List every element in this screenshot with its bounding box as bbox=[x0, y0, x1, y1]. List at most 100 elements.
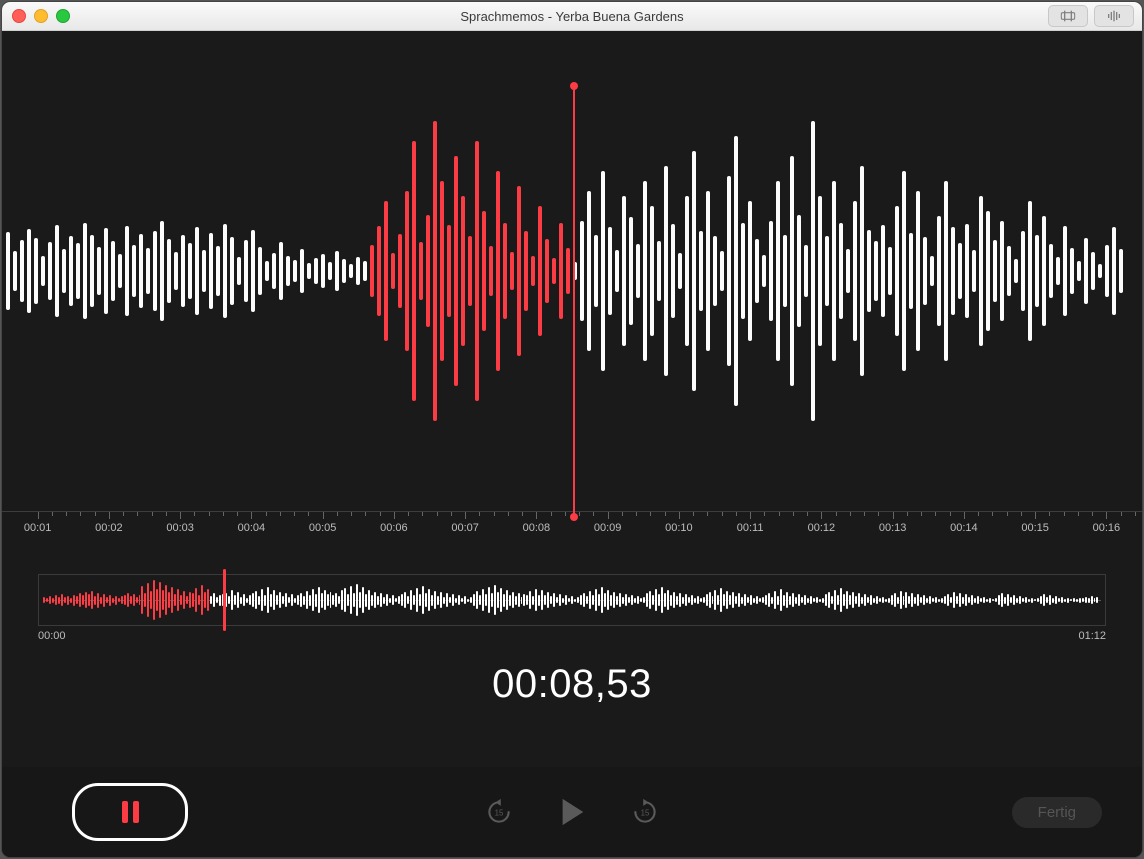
overview-bar bbox=[688, 597, 690, 603]
overview-bar bbox=[67, 596, 69, 605]
overview-bar bbox=[1040, 596, 1042, 604]
overview-bar bbox=[989, 598, 991, 603]
waveform-bar bbox=[1063, 226, 1067, 316]
overview-bar bbox=[419, 594, 421, 606]
waveform-bar bbox=[426, 215, 430, 327]
overview-bar bbox=[455, 598, 457, 603]
overview-bar bbox=[1067, 598, 1069, 603]
overview-bar bbox=[640, 598, 642, 602]
overview-bar bbox=[353, 593, 355, 607]
overview-bar bbox=[837, 595, 839, 605]
overview-bar bbox=[1052, 598, 1054, 603]
waveform-bar bbox=[307, 263, 311, 279]
overview-bar bbox=[523, 594, 525, 606]
overview-bar bbox=[816, 597, 818, 603]
overview-bar bbox=[703, 597, 705, 603]
overview-bar bbox=[1088, 598, 1090, 603]
overview-bar bbox=[759, 598, 761, 602]
overview-bar bbox=[198, 595, 200, 605]
overview-end-time: 01:12 bbox=[1078, 630, 1106, 642]
waveform-bar bbox=[881, 225, 885, 317]
overview-playhead[interactable] bbox=[223, 569, 226, 631]
waveform-bar bbox=[384, 201, 388, 341]
overview-bar bbox=[628, 597, 630, 603]
waveform-bar bbox=[741, 223, 745, 319]
overview-bar bbox=[729, 595, 731, 605]
overview-bar bbox=[509, 595, 511, 606]
waveform-bar bbox=[1091, 252, 1095, 290]
waveform-bar bbox=[650, 206, 654, 336]
waveform-bar bbox=[314, 258, 318, 284]
overview-bar bbox=[855, 596, 857, 604]
overview-bar bbox=[789, 596, 791, 605]
overview-bar bbox=[315, 594, 317, 607]
overview-bar bbox=[159, 582, 161, 618]
waveform-bar bbox=[223, 224, 227, 318]
overview-bar bbox=[404, 592, 406, 608]
overview-bar bbox=[73, 595, 75, 606]
overview-bar bbox=[664, 593, 666, 607]
pause-icon bbox=[122, 801, 128, 823]
skip-back-15-button[interactable]: 15 bbox=[484, 797, 514, 827]
overview-bar bbox=[738, 593, 740, 607]
overview-bar bbox=[1091, 596, 1093, 604]
waveform-bar bbox=[608, 227, 612, 315]
overview-bar bbox=[303, 596, 305, 605]
levels-button[interactable] bbox=[1094, 5, 1134, 27]
overview-area: 00:00 01:12 bbox=[38, 574, 1106, 642]
overview-bar bbox=[279, 592, 281, 608]
window-title: Sprachmemos - Yerba Buena Gardens bbox=[2, 9, 1142, 24]
done-button[interactable]: Fertig bbox=[1012, 797, 1102, 828]
overview-bar bbox=[76, 596, 78, 604]
overview-bar bbox=[676, 596, 678, 605]
overview-bar bbox=[822, 598, 824, 603]
minimize-window-button[interactable] bbox=[34, 9, 48, 23]
waveform-bar bbox=[468, 236, 472, 306]
overview-bar bbox=[219, 595, 221, 606]
overview-bar bbox=[831, 596, 833, 604]
overview-bar bbox=[183, 591, 185, 609]
overview-bar bbox=[753, 598, 755, 603]
overview-bar bbox=[347, 594, 349, 606]
waveform-bar bbox=[321, 254, 325, 288]
overview-bar bbox=[461, 598, 463, 602]
playhead[interactable] bbox=[573, 86, 575, 517]
waveform-bar bbox=[874, 241, 878, 301]
trim-button[interactable] bbox=[1048, 5, 1088, 27]
zoom-window-button[interactable] bbox=[56, 9, 70, 23]
overview-bar bbox=[846, 591, 848, 609]
overview-bar bbox=[720, 588, 722, 612]
waveform-bar bbox=[160, 221, 164, 321]
close-window-button[interactable] bbox=[12, 9, 26, 23]
waveform-bar bbox=[888, 247, 892, 295]
pause-record-button[interactable] bbox=[72, 783, 188, 841]
waveform-bar bbox=[153, 231, 157, 311]
overview-bar bbox=[947, 594, 949, 606]
overview-bar bbox=[1061, 597, 1063, 603]
overview-bar bbox=[49, 596, 51, 604]
waveform-bar bbox=[6, 232, 10, 310]
waveform-bar bbox=[62, 249, 66, 293]
main-waveform-area[interactable] bbox=[2, 31, 1142, 511]
overview-waveform[interactable] bbox=[38, 574, 1106, 626]
waveform-bar bbox=[405, 191, 409, 351]
overview-bar bbox=[1037, 598, 1039, 602]
overview-bar bbox=[914, 597, 916, 604]
overview-bar bbox=[786, 592, 788, 608]
overview-bar bbox=[1046, 597, 1048, 603]
skip-forward-icon: 15 bbox=[631, 798, 659, 826]
skip-forward-15-button[interactable]: 15 bbox=[630, 797, 660, 827]
overview-bar bbox=[1004, 597, 1006, 604]
overview-bar bbox=[879, 598, 881, 602]
overview-bar bbox=[61, 594, 63, 606]
overview-bar bbox=[1022, 598, 1024, 602]
waveform-bar bbox=[811, 121, 815, 421]
overview-bar bbox=[574, 599, 576, 602]
overview-bar bbox=[440, 592, 442, 608]
waveform-bar bbox=[517, 186, 521, 356]
play-button[interactable] bbox=[554, 794, 590, 830]
overview-bar bbox=[843, 594, 845, 606]
overview-bar bbox=[476, 591, 478, 609]
overview-bar bbox=[903, 596, 905, 605]
overview-bar bbox=[243, 594, 245, 606]
